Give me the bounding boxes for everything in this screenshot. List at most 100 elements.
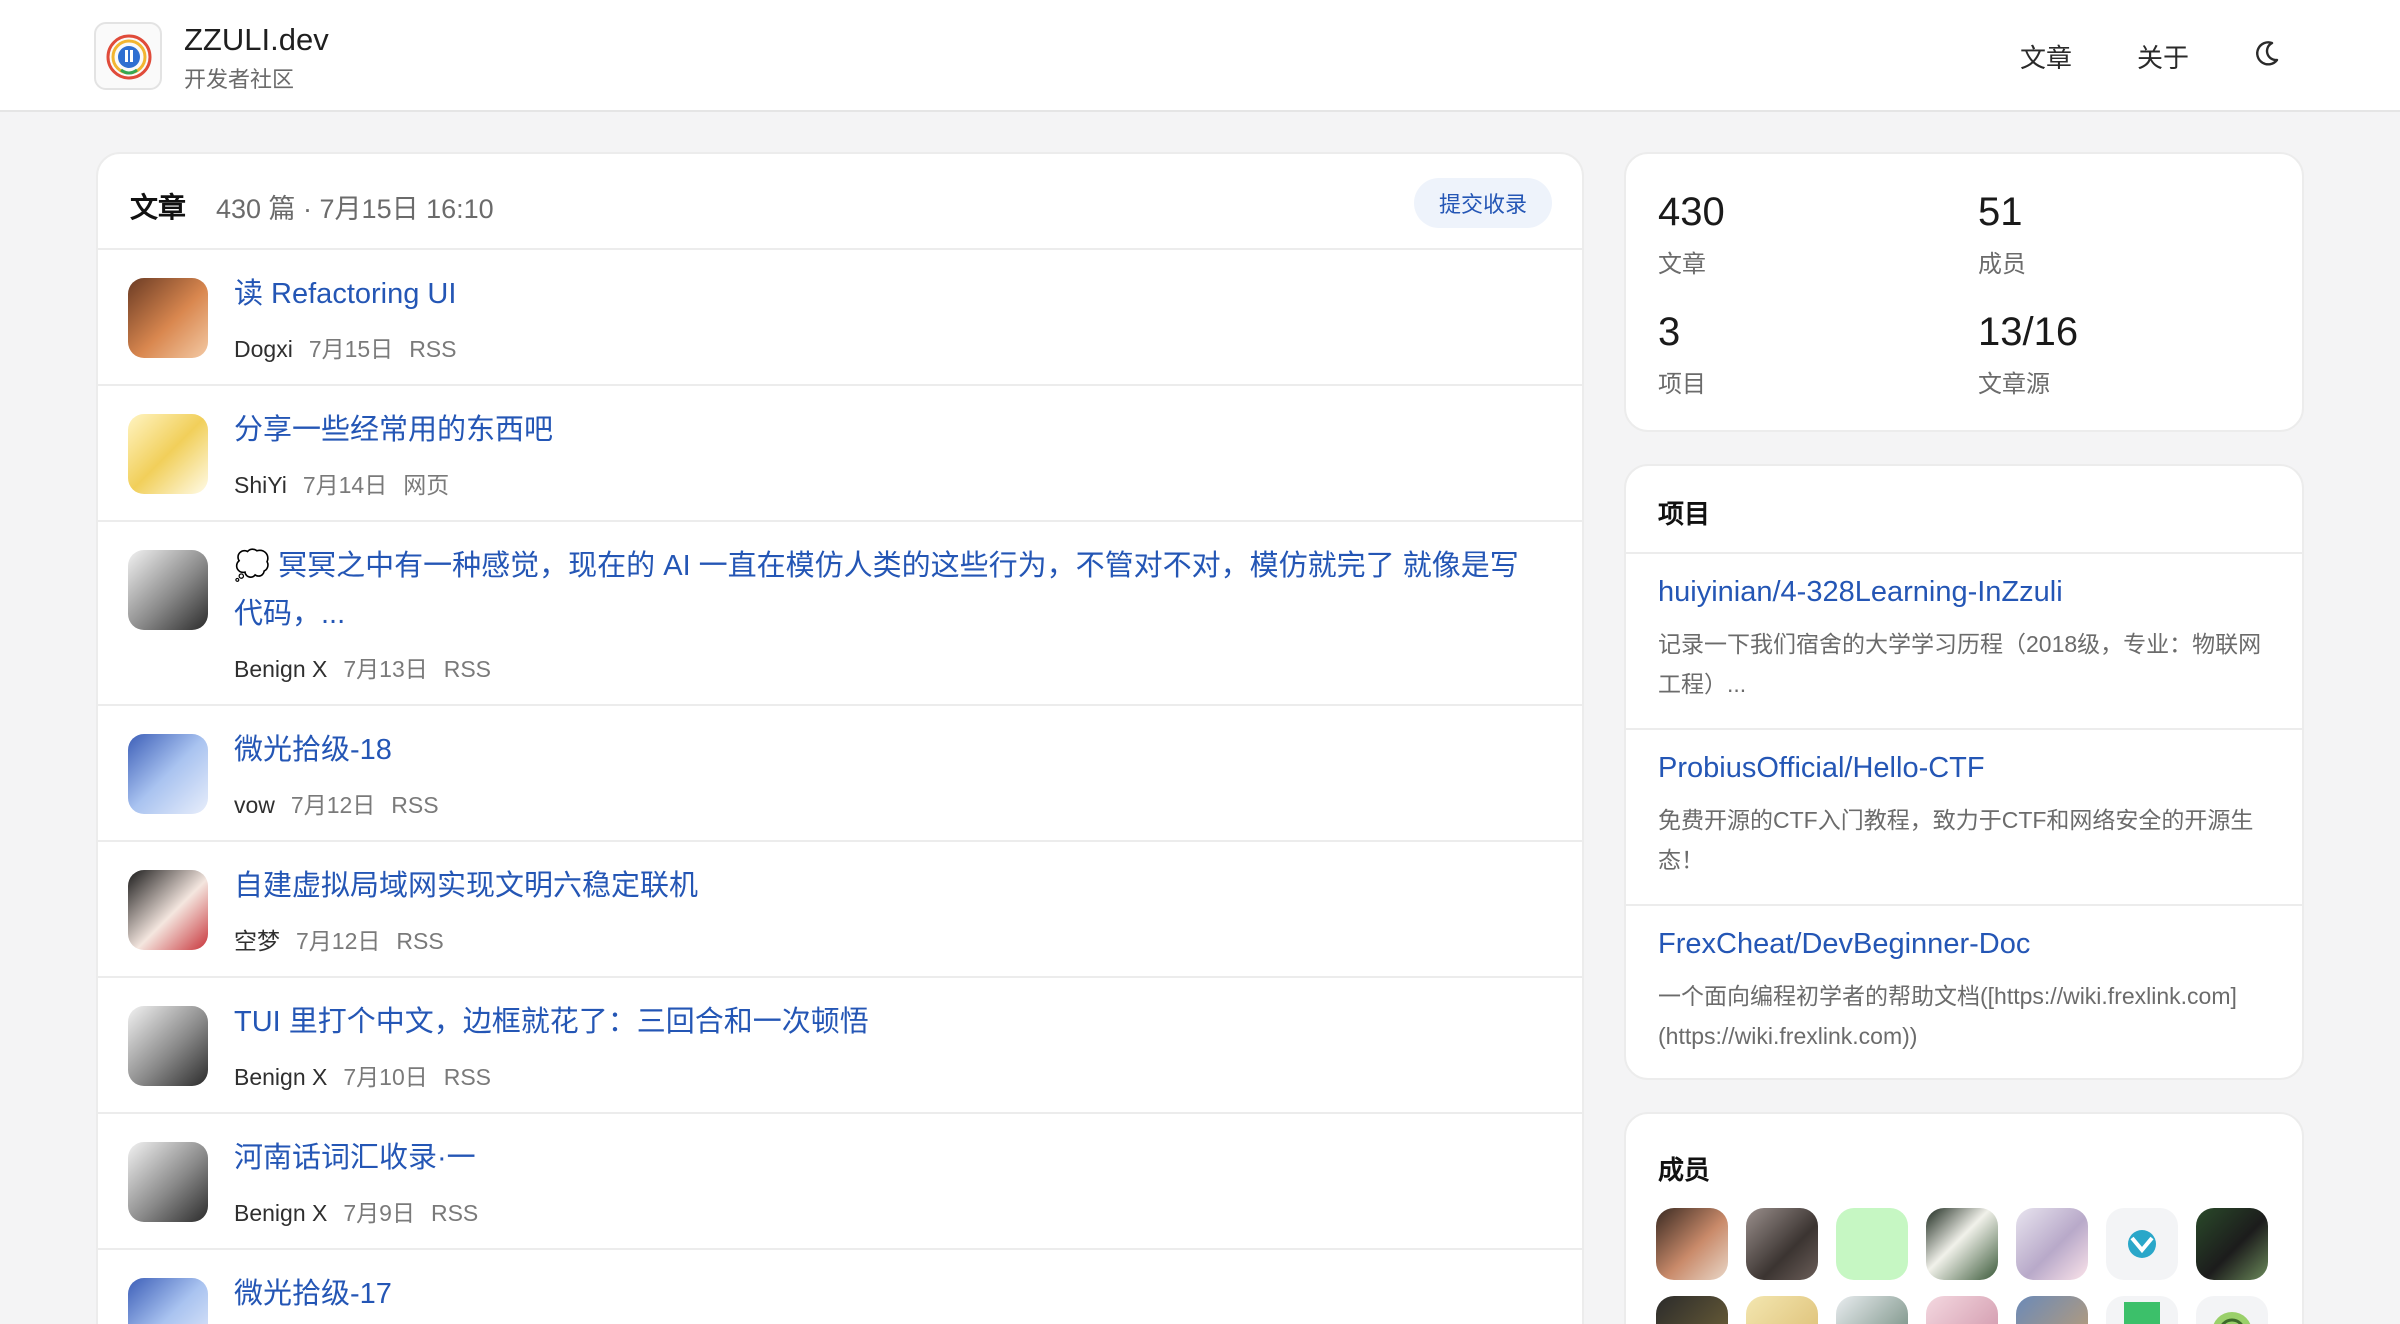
article-date: 7月13日 bbox=[343, 656, 428, 682]
nav-articles[interactable]: 文章 bbox=[2020, 38, 2072, 75]
site-name[interactable]: ZZULI.dev bbox=[184, 22, 329, 58]
article-source: RSS bbox=[391, 792, 439, 818]
article-date: 7月12日 bbox=[290, 792, 376, 818]
article-item[interactable]: 自建虚拟局域网实现文明六稳定联机 空梦 7月12日 RSS bbox=[98, 842, 1582, 978]
author-avatar bbox=[128, 1006, 208, 1086]
member-avatar[interactable] bbox=[1656, 1208, 1728, 1280]
article-source: RSS bbox=[396, 928, 444, 954]
project-item[interactable]: ProbiusOfficial/Hello-CTF 免费开源的CTF入门教程，致… bbox=[1626, 730, 2302, 906]
stat-members-value: 51 bbox=[1978, 190, 2023, 234]
member-spiral-icon bbox=[2213, 1312, 2251, 1324]
article-title[interactable]: 读 Refactoring UI bbox=[234, 270, 1532, 318]
member-avatar[interactable] bbox=[2106, 1296, 2178, 1324]
moon-icon bbox=[2256, 41, 2279, 66]
submit-button[interactable]: 提交收录 bbox=[1414, 178, 1552, 228]
site-subtitle: 开发者社区 bbox=[184, 67, 295, 92]
author-avatar bbox=[128, 1142, 208, 1222]
article-title[interactable]: TUI 里打个中文，边框就花了：三回合和一次顿悟 bbox=[234, 998, 1532, 1046]
site-logo[interactable] bbox=[94, 22, 162, 90]
articles-count-meta: 430 篇 · 7月15日 16:10 bbox=[216, 194, 494, 224]
article-author[interactable]: Benign X bbox=[234, 1064, 327, 1090]
member-avatar[interactable] bbox=[2196, 1208, 2268, 1280]
article-item[interactable]: 河南话词汇收录·一 Benign X 7月9日 RSS bbox=[98, 1114, 1582, 1250]
article-date: 7月14日 bbox=[302, 472, 388, 498]
article-title[interactable]: 分享一些经常用的东西吧 bbox=[234, 406, 1532, 454]
member-block-icon bbox=[2124, 1302, 2160, 1324]
stat-articles-label: 文章 bbox=[1658, 251, 1706, 278]
article-date: 7月12日 bbox=[296, 928, 381, 954]
stat-projects-label: 项目 bbox=[1658, 371, 1706, 398]
articles-panel: 文章 430 篇 · 7月15日 16:10 提交收录 读 Refactorin… bbox=[96, 152, 1584, 1324]
members-panel: 成员 bbox=[1624, 1112, 2304, 1324]
article-source: 网页 bbox=[403, 472, 450, 498]
article-meta: Benign X 7月13日 RSS bbox=[234, 650, 491, 684]
nav-about[interactable]: 关于 bbox=[2137, 38, 2189, 75]
article-source: RSS bbox=[409, 336, 457, 362]
stat-sources-label: 文章源 bbox=[1978, 371, 2050, 398]
project-name[interactable]: FrexCheat/DevBeginner-Doc bbox=[1658, 928, 2030, 961]
author-avatar bbox=[128, 278, 208, 358]
article-source: RSS bbox=[443, 656, 492, 682]
member-avatar[interactable] bbox=[1926, 1208, 1998, 1280]
theme-toggle-button[interactable] bbox=[2250, 38, 2282, 70]
member-avatar[interactable] bbox=[2106, 1208, 2178, 1280]
member-avatar[interactable] bbox=[2016, 1208, 2088, 1280]
member-avatar[interactable] bbox=[1836, 1296, 1908, 1324]
project-description: 一个面向编程初学者的帮助文档([https://wiki.frexlink.co… bbox=[1658, 983, 2237, 1049]
articles-header: 文章 430 篇 · 7月15日 16:10 提交收录 bbox=[98, 154, 1582, 250]
project-description: 记录一下我们宿舍的大学学习历程（2018级，专业：物联网工程）... bbox=[1658, 631, 2262, 697]
logo-emblem-icon bbox=[106, 34, 152, 80]
members-title: 成员 bbox=[1658, 1155, 1711, 1185]
stat-sources-value: 13/16 bbox=[1978, 310, 2079, 354]
project-item[interactable]: huiyinian/4-328Learning-InZzuli 记录一下我们宿舍… bbox=[1626, 554, 2302, 730]
article-title[interactable]: 河南话词汇收录·一 bbox=[234, 1134, 1532, 1182]
article-title[interactable]: 微光拾级-18 bbox=[234, 726, 1532, 774]
projects-title: 项目 bbox=[1658, 499, 1711, 529]
author-avatar bbox=[128, 870, 208, 950]
article-author[interactable]: Benign X bbox=[234, 1200, 327, 1226]
article-source: RSS bbox=[443, 1064, 492, 1090]
projects-header: 项目 bbox=[1626, 466, 2302, 554]
member-avatar[interactable] bbox=[1656, 1296, 1728, 1324]
article-author[interactable]: 空梦 bbox=[234, 928, 280, 954]
member-avatar[interactable] bbox=[1746, 1296, 1818, 1324]
member-avatar[interactable] bbox=[2196, 1296, 2268, 1324]
article-meta: Benign X 7月9日 RSS bbox=[234, 1194, 478, 1228]
article-item[interactable]: 微光拾级-17 bbox=[98, 1250, 1582, 1324]
project-description: 免费开源的CTF入门教程，致力于CTF和网络安全的开源生态！ bbox=[1658, 807, 2254, 873]
author-avatar bbox=[128, 414, 208, 494]
article-date: 7月10日 bbox=[343, 1064, 428, 1090]
article-title[interactable]: 💭 冥冥之中有一种感觉，现在的 AI 一直在模仿人类的这些行为，不管对不对，模仿… bbox=[234, 542, 1532, 638]
project-name[interactable]: ProbiusOfficial/Hello-CTF bbox=[1658, 752, 1985, 785]
article-item[interactable]: 💭 冥冥之中有一种感觉，现在的 AI 一直在模仿人类的这些行为，不管对不对，模仿… bbox=[98, 522, 1582, 706]
member-avatar[interactable] bbox=[1836, 1208, 1908, 1280]
article-item[interactable]: 分享一些经常用的东西吧 ShiYi 7月14日 网页 bbox=[98, 386, 1582, 522]
article-item[interactable]: TUI 里打个中文，边框就花了：三回合和一次顿悟 Benign X 7月10日 RS… bbox=[98, 978, 1582, 1114]
article-meta: 空梦 7月12日 RSS bbox=[234, 922, 444, 956]
project-item[interactable]: FrexCheat/DevBeginner-Doc 一个面向编程初学者的帮助文档… bbox=[1626, 906, 2302, 1078]
member-logo-icon bbox=[2128, 1230, 2156, 1258]
projects-panel: 项目 huiyinian/4-328Learning-InZzuli 记录一下我… bbox=[1624, 464, 2304, 1080]
project-name[interactable]: huiyinian/4-328Learning-InZzuli bbox=[1658, 576, 2063, 609]
article-meta: Dogxi 7月15日 RSS bbox=[234, 330, 456, 364]
article-author[interactable]: Benign X bbox=[234, 656, 327, 682]
article-author[interactable]: ShiYi bbox=[234, 472, 287, 498]
author-avatar bbox=[128, 734, 208, 814]
member-avatar[interactable] bbox=[2016, 1296, 2088, 1324]
top-header: ZZULI.dev 开发者社区 文章 关于 bbox=[0, 0, 2400, 112]
article-title[interactable]: 微光拾级-17 bbox=[234, 1270, 1532, 1318]
author-avatar bbox=[128, 550, 208, 630]
article-title[interactable]: 自建虚拟局域网实现文明六稳定联机 bbox=[234, 862, 1532, 910]
article-author[interactable]: Dogxi bbox=[234, 336, 293, 362]
member-avatar[interactable] bbox=[1746, 1208, 1818, 1280]
article-date: 7月15日 bbox=[308, 336, 394, 362]
article-meta: Benign X 7月10日 RSS bbox=[234, 1058, 491, 1092]
article-author[interactable]: vow bbox=[234, 792, 275, 818]
article-date: 7月9日 bbox=[343, 1200, 415, 1226]
member-avatar[interactable] bbox=[1926, 1296, 1998, 1324]
article-item[interactable]: 读 Refactoring UI Dogxi 7月15日 RSS bbox=[98, 250, 1582, 386]
stat-projects-value: 3 bbox=[1658, 310, 1681, 354]
article-item[interactable]: 微光拾级-18 vow 7月12日 RSS bbox=[98, 706, 1582, 842]
stat-members-label: 成员 bbox=[1978, 251, 2026, 278]
stat-articles-value: 430 bbox=[1658, 190, 1725, 234]
